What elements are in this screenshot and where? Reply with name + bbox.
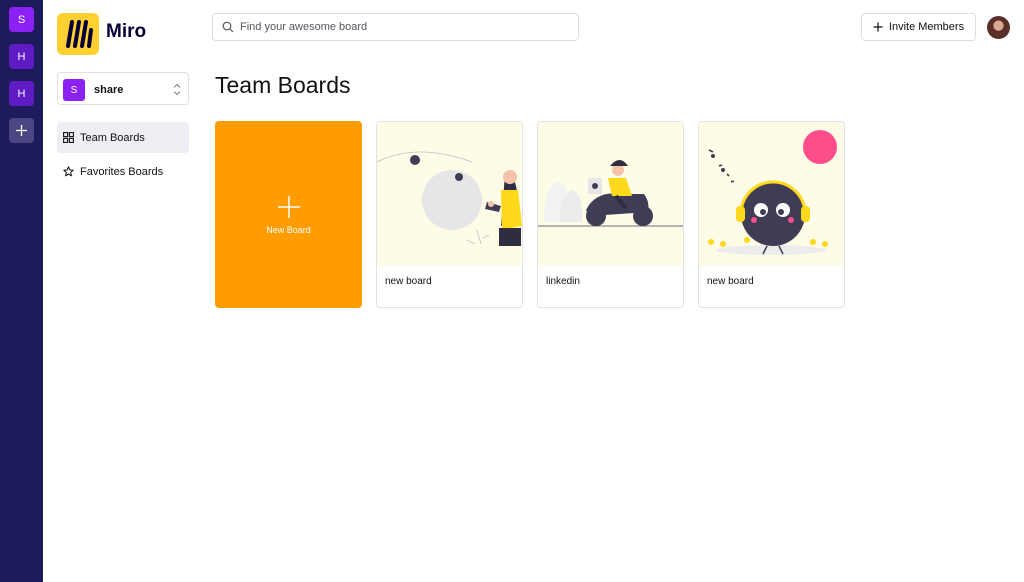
invite-members-label: Invite Members [888, 21, 965, 33]
new-board-label: New Board [266, 224, 311, 235]
org-initial: H [17, 50, 26, 63]
workspace-name: share [94, 84, 124, 96]
search-icon [222, 21, 234, 33]
org-rail: S H H [0, 0, 43, 582]
board-title: new board [385, 276, 432, 287]
miro-logo[interactable] [57, 13, 99, 55]
plus-icon [873, 22, 883, 32]
board-thumbnail [538, 122, 683, 266]
user-avatar[interactable] [987, 16, 1010, 39]
search-input[interactable] [240, 21, 560, 33]
miro-logo-icon [66, 20, 93, 48]
org-switch-h1[interactable]: H [9, 44, 34, 69]
board-card[interactable]: new board [376, 121, 523, 308]
illustration-scooter-icon [538, 160, 683, 227]
org-switch-s[interactable]: S [9, 7, 34, 32]
new-board-button[interactable]: New Board [215, 121, 362, 308]
page-title: Team Boards [215, 72, 351, 98]
org-initial: H [17, 87, 26, 100]
sidebar-item-team-boards[interactable]: Team Boards [57, 122, 189, 153]
board-thumbnail [699, 122, 844, 266]
illustration-woman-icon [377, 151, 522, 246]
add-org-button[interactable] [9, 118, 34, 143]
board-card[interactable]: linkedin [537, 121, 684, 308]
plus-icon [16, 125, 27, 136]
board-thumbnail [377, 122, 522, 266]
board-title: new board [707, 276, 754, 287]
chevron-updown-icon [173, 83, 181, 96]
grid-icon [63, 132, 74, 143]
workspace-avatar: S [63, 79, 85, 101]
plus-icon [277, 195, 300, 218]
workspace-switcher[interactable]: S share [57, 72, 189, 105]
sidebar-item-favorites-boards[interactable]: Favorites Boards [57, 156, 189, 187]
sidebar-item-label: Favorites Boards [80, 165, 164, 178]
board-title: linkedin [546, 276, 580, 287]
board-card[interactable]: new board [698, 121, 845, 308]
illustration-bird-music-icon [708, 130, 837, 255]
sidebar-item-label: Team Boards [80, 131, 145, 144]
search-box[interactable] [212, 13, 579, 41]
workspace-initial: S [70, 84, 78, 96]
invite-members-button[interactable]: Invite Members [861, 13, 976, 41]
org-initial: S [17, 13, 26, 26]
org-switch-h2[interactable]: H [9, 81, 34, 106]
brand-name: Miro [106, 21, 147, 42]
star-icon [63, 166, 74, 177]
